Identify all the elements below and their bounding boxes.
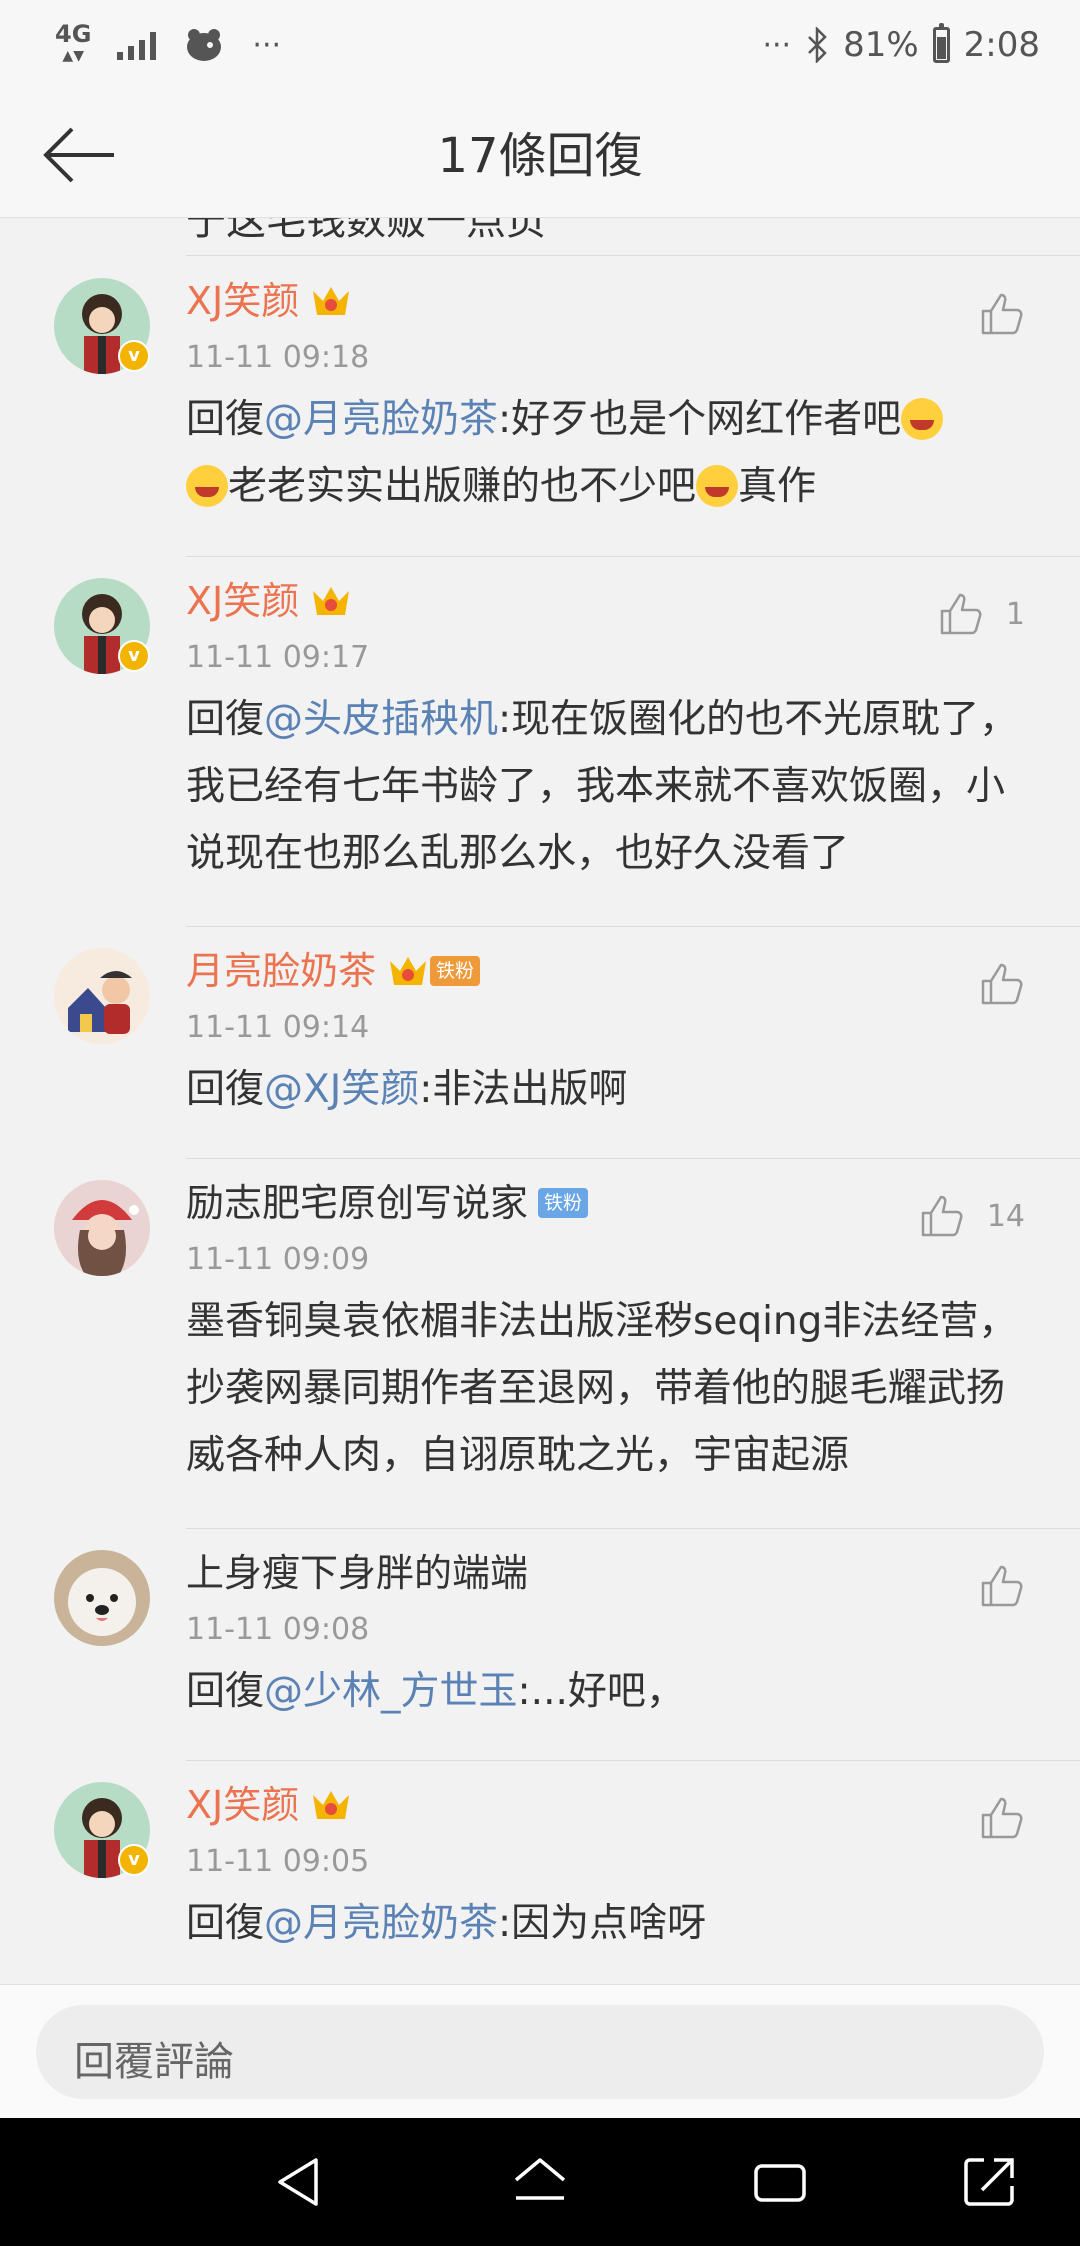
comment-body: 回復@少林_方世玉:...好吧， [186, 1658, 1036, 1725]
reply-prefix: 回復 [186, 397, 265, 442]
comment-text: :...好吧， [517, 1669, 685, 1714]
reply-placeholder: 回覆評論 [74, 2039, 234, 2085]
system-nav-bar [0, 2118, 1080, 2246]
signal-icon [117, 30, 157, 60]
nav-back-button[interactable] [270, 2152, 330, 2212]
verified-badge-icon: v [118, 340, 150, 372]
username[interactable]: XJ笑颜 [186, 276, 299, 326]
timestamp: 11-11 09:08 [186, 1612, 370, 1647]
mention-link[interactable]: @少林_方世玉 [264, 1669, 518, 1714]
mention-link[interactable]: @月亮脸奶茶 [264, 1901, 498, 1946]
expand-screen-icon [964, 2158, 1014, 2206]
partial-comment-text: 于这毛钱数贩一点页 [186, 218, 546, 244]
battery-percent: 81% [843, 25, 919, 65]
vip-crown-icon [390, 957, 427, 985]
vip-crown-icon [313, 287, 350, 315]
timestamp: 11-11 09:18 [186, 340, 370, 375]
like-button[interactable] [979, 961, 1025, 1007]
username[interactable]: 励志肥宅原创写说家 [186, 1178, 528, 1228]
mention-link[interactable]: @XJ笑颜 [264, 1067, 419, 1112]
username[interactable]: XJ笑颜 [186, 1780, 299, 1830]
username[interactable]: 月亮脸奶茶 [186, 946, 376, 996]
comment-text: :好歹也是个网红作者吧 [498, 397, 902, 442]
comment-item[interactable]: 上身瘦下身胖的端端 11-11 09:08 回復@少林_方世玉:...好吧， [0, 1528, 1080, 1760]
network-indicator: 4G ▲▼ [55, 20, 92, 64]
comment-item[interactable]: v XJ笑颜 11-11 09:17 1 回復@头皮插秧机:现在饭圈化的也不光原… [0, 556, 1080, 926]
comment-body: 回復@月亮脸奶茶:因为点啥呀 [186, 1890, 1036, 1957]
thumbs-up-icon [921, 1195, 963, 1237]
verified-badge-icon: v [118, 1844, 150, 1876]
bluetooth-icon [808, 27, 827, 63]
thumbs-up-icon [981, 1797, 1023, 1839]
fan-badge: 铁粉 [430, 956, 481, 986]
username[interactable]: XJ笑颜 [186, 576, 299, 626]
like-button[interactable]: 1 [938, 591, 1025, 637]
thumbs-up-icon [940, 593, 982, 635]
nav-expand-button[interactable] [960, 2152, 1020, 2212]
like-count: 1 [1005, 596, 1025, 632]
fan-badge: 铁粉 [538, 1188, 589, 1218]
mention-link[interactable]: @头皮插秧机 [264, 697, 498, 742]
comment-body: 回復@月亮脸奶茶:好歹也是个网红作者吧老老实实出版赚的也不少吧 真作 [186, 386, 1036, 520]
comment-item[interactable]: v XJ笑颜 11-11 09:18 回復@月亮脸奶茶:好歹也是个网红作者吧老老… [0, 256, 1080, 556]
comment-text: :非法出版啊 [419, 1067, 628, 1112]
timestamp: 11-11 09:17 [186, 640, 370, 675]
triangle-back-icon [278, 2158, 318, 2206]
comment-text: :因为点啥呀 [498, 1901, 707, 1946]
verified-badge-icon: v [118, 640, 150, 672]
more-notifications-icon: ··· [252, 27, 282, 63]
comment-item[interactable]: v XJ笑颜 11-11 09:05 回復@月亮脸奶茶:因为点啥呀 [0, 1760, 1080, 1984]
comment-body: 墨香铜臭袁依楣非法出版淫秽seqing非法经营，抄袭网暴同期作者至退网，带着他的… [186, 1288, 1036, 1489]
more-status-icon: ··· [762, 27, 792, 63]
avatar[interactable] [54, 1550, 150, 1646]
nav-recents-button[interactable] [750, 2152, 810, 2212]
like-button[interactable] [979, 1795, 1025, 1841]
home-icon [514, 2158, 566, 2200]
reply-prefix: 回復 [186, 1669, 265, 1714]
notification-app-icon [187, 29, 222, 61]
thumbs-up-icon [981, 963, 1023, 1005]
comment-text: 真作 [738, 464, 817, 509]
username[interactable]: 上身瘦下身胖的端端 [186, 1548, 528, 1598]
clock: 2:08 [963, 25, 1040, 65]
vip-crown-icon [313, 587, 350, 615]
comment-body: 回復@头皮插秧机:现在饭圈化的也不光原耽了，我已经有七年书龄了，我本来就不喜欢饭… [186, 686, 1036, 887]
avatar[interactable] [54, 948, 150, 1044]
comment-text: 墨香铜臭袁依楣非法出版淫秽seqing非法经营，抄袭网暴同期作者至退网，带着他的… [186, 1299, 1018, 1478]
like-count: 14 [986, 1198, 1025, 1234]
thumbs-up-icon [981, 293, 1023, 335]
comment-text: 老老实实出版赚的也不少吧 [228, 464, 697, 509]
reply-bar: 回覆評論 [0, 1984, 1080, 2119]
laughing-crying-emoji-icon [696, 465, 739, 507]
battery-icon [932, 23, 950, 63]
status-bar: 4G ▲▼ ··· ··· 81% 2:08 [0, 0, 1080, 90]
reply-prefix: 回復 [186, 697, 265, 742]
like-button[interactable] [979, 291, 1025, 337]
header: 17條回復 [0, 90, 1080, 218]
like-button[interactable]: 14 [919, 1193, 1025, 1239]
reply-prefix: 回復 [186, 1067, 265, 1112]
page-title: 17條回復 [437, 128, 643, 184]
like-button[interactable] [979, 1563, 1025, 1609]
reply-input[interactable]: 回覆評論 [36, 2005, 1044, 2099]
comment-body: 回復@XJ笑颜:非法出版啊 [186, 1056, 1036, 1123]
vip-crown-icon [313, 1791, 350, 1819]
laughing-crying-emoji-icon [901, 398, 944, 440]
comment-item[interactable]: 月亮脸奶茶 铁粉 11-11 09:14 回復@XJ笑颜:非法出版啊 [0, 926, 1080, 1158]
thumbs-up-icon [981, 1565, 1023, 1607]
reply-prefix: 回復 [186, 1901, 265, 1946]
mention-link[interactable]: @月亮脸奶茶 [264, 397, 498, 442]
comment-list[interactable]: 于这毛钱数贩一点页 v XJ笑颜 11-11 09:18 回復@月亮脸奶茶:好歹… [0, 218, 1080, 1984]
timestamp: 11-11 09:14 [186, 1010, 370, 1045]
timestamp: 11-11 09:05 [186, 1844, 370, 1879]
avatar[interactable] [54, 1180, 150, 1276]
recents-icon [754, 2164, 806, 2202]
timestamp: 11-11 09:09 [186, 1242, 370, 1277]
nav-home-button[interactable] [510, 2152, 570, 2212]
comment-item[interactable]: 励志肥宅原创写说家 铁粉 11-11 09:09 14 墨香铜臭袁依楣非法出版淫… [0, 1158, 1080, 1528]
laughing-crying-emoji-icon [186, 465, 228, 507]
